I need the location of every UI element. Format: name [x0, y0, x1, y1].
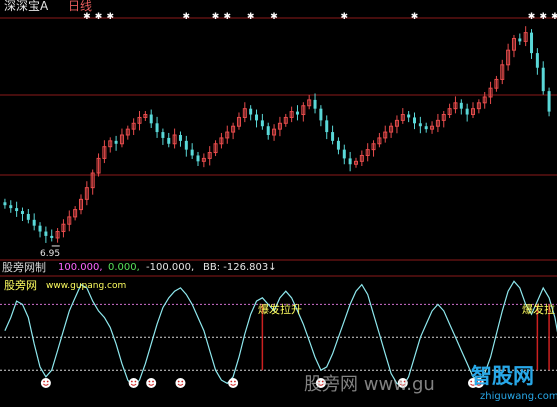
candlestick-series — [3, 26, 551, 247]
candle-body — [9, 205, 13, 209]
candle-body — [518, 38, 522, 42]
signal-label-2: 爆发拉 — [522, 303, 555, 316]
candle-body — [407, 114, 411, 118]
candle-body — [319, 108, 323, 121]
smiley-eye — [130, 380, 133, 383]
candle-body — [255, 114, 259, 121]
smiley-marker — [228, 378, 239, 388]
event-marker: ✱ — [183, 12, 191, 22]
candle-body — [196, 155, 200, 162]
watermark-logo-url: zhiguwang.com — [480, 391, 557, 402]
event-marker: ✱ — [247, 12, 255, 22]
candle-body — [418, 123, 422, 127]
candle-body — [167, 137, 171, 144]
watermark-logo: 智股网 — [471, 364, 534, 388]
smiley-marker — [146, 378, 157, 388]
smiley-face — [146, 378, 157, 388]
candle-body — [465, 108, 469, 115]
event-marker: ✱ — [341, 12, 349, 22]
stock-name: 深深宝A — [4, 0, 49, 13]
candle-body — [184, 140, 188, 150]
indicator-value-upper: 100.000, — [58, 262, 103, 273]
candle-body — [295, 111, 299, 115]
signal-label-1: 爆发拉升 — [258, 303, 302, 316]
event-marker: ✱ — [270, 12, 278, 22]
candle-body — [26, 213, 30, 220]
smiley-face — [40, 378, 51, 388]
smiley-marker — [128, 378, 139, 388]
candle-body — [342, 149, 346, 159]
smiley-marker — [175, 378, 186, 388]
candle-body — [3, 202, 7, 206]
smiley-eye — [152, 380, 154, 383]
event-markers: ✱✱✱✱✱✱✱✱✱✱✱✱✱✱ — [83, 12, 557, 22]
candle-body — [32, 219, 36, 226]
smiley-eye — [234, 380, 236, 383]
smiley-eye — [43, 380, 45, 383]
indicator-value-bb: BB: -126.803↓ — [203, 262, 277, 273]
event-marker: ✱ — [411, 12, 419, 22]
smiley-eye — [230, 380, 233, 383]
candle-body — [20, 211, 24, 214]
chart-frame — [0, 17, 557, 277]
event-marker: ✱ — [539, 12, 547, 22]
candle-body — [161, 132, 165, 138]
site-url: www.gupang.com — [46, 281, 127, 291]
event-marker: ✱ — [106, 12, 114, 22]
candle-body — [325, 120, 329, 133]
event-marker: ✱ — [212, 12, 220, 22]
smiley-eye — [134, 380, 137, 383]
candle-body — [541, 67, 545, 92]
candle-body — [336, 140, 340, 150]
smiley-eye — [46, 380, 49, 383]
candle-body — [50, 235, 54, 238]
candle-body — [249, 108, 253, 115]
period-label: 日线 — [68, 0, 93, 13]
candle-body — [313, 99, 317, 109]
candle-body — [44, 231, 48, 236]
smiley-eye — [148, 380, 151, 383]
smiley-face — [175, 378, 186, 388]
candle-body — [266, 126, 270, 135]
candle-body — [424, 126, 428, 130]
smiley-eye — [177, 380, 180, 383]
indicator-value-zero: 0.000, — [108, 262, 140, 273]
stock-chart: ✱✱✱✱✱✱✱✱✱✱✱✱✱✱ — [0, 12, 557, 388]
smiley-face — [228, 378, 239, 388]
candle-body — [260, 120, 264, 127]
smiley-eye — [181, 380, 184, 383]
candle-body — [178, 135, 182, 141]
candle-body — [535, 53, 539, 68]
candle-body — [114, 140, 118, 144]
event-marker: ✱ — [223, 12, 231, 22]
candle-body — [38, 225, 42, 232]
candle-body — [547, 91, 551, 112]
watermark-left: 股旁网 www.gu — [304, 374, 435, 395]
smiley-face — [128, 378, 139, 388]
indicator-name: 股旁网制 — [2, 261, 46, 274]
candle-body — [413, 117, 416, 124]
candle-body — [15, 208, 19, 212]
candle-body — [155, 123, 159, 133]
candle-body — [530, 32, 534, 54]
site-name: 股旁网 — [4, 279, 37, 292]
smiley-marker — [40, 378, 51, 388]
candle-body — [459, 102, 463, 109]
candle-body — [348, 158, 352, 165]
low-price-label: 6.95 — [40, 249, 61, 259]
candle-body — [190, 149, 194, 156]
event-marker: ✱ — [83, 12, 91, 22]
event-marker: ✱ — [95, 12, 103, 22]
indicator-value-lower: -100.000, — [146, 262, 195, 273]
candle-body — [149, 114, 153, 124]
event-marker: ✱ — [528, 12, 536, 22]
event-marker: ✱ — [551, 12, 557, 22]
candle-body — [331, 132, 335, 141]
